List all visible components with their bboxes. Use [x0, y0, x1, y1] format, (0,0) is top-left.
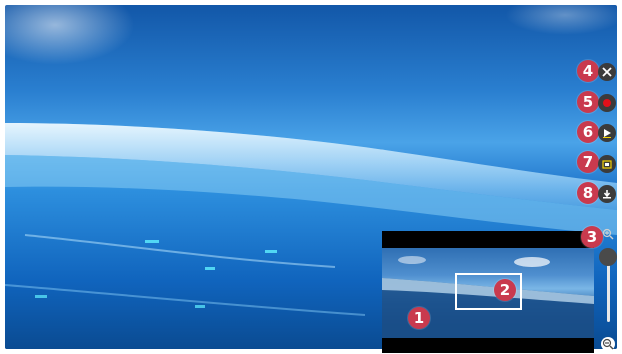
download-button[interactable]: [598, 185, 616, 203]
play-icon: [603, 129, 611, 138]
zoom-out-icon: [602, 338, 614, 350]
download-icon: [603, 190, 611, 199]
capture-button[interactable]: [598, 155, 616, 173]
callout-2: 2: [494, 279, 516, 301]
zoom-in-button[interactable]: [601, 227, 615, 241]
callout-4: 4: [577, 60, 599, 82]
callout-7: 7: [577, 151, 599, 173]
callout-5: 5: [577, 91, 599, 113]
close-button[interactable]: [598, 63, 616, 81]
callout-6: 6: [577, 121, 599, 143]
record-button[interactable]: [598, 94, 616, 112]
zoom-out-button[interactable]: [601, 337, 615, 351]
zoom-slider-track[interactable]: [607, 258, 610, 322]
zoom-slider-thumb[interactable]: [599, 248, 617, 266]
callout-3: 3: [581, 226, 603, 248]
play-button[interactable]: [598, 124, 616, 142]
callout-8: 8: [577, 182, 599, 204]
close-icon: [602, 67, 612, 77]
callout-1: 1: [408, 307, 430, 329]
record-icon: [603, 99, 611, 107]
capture-icon: [602, 160, 612, 169]
minimap[interactable]: [382, 231, 594, 353]
zoom-in-icon: [602, 228, 614, 240]
